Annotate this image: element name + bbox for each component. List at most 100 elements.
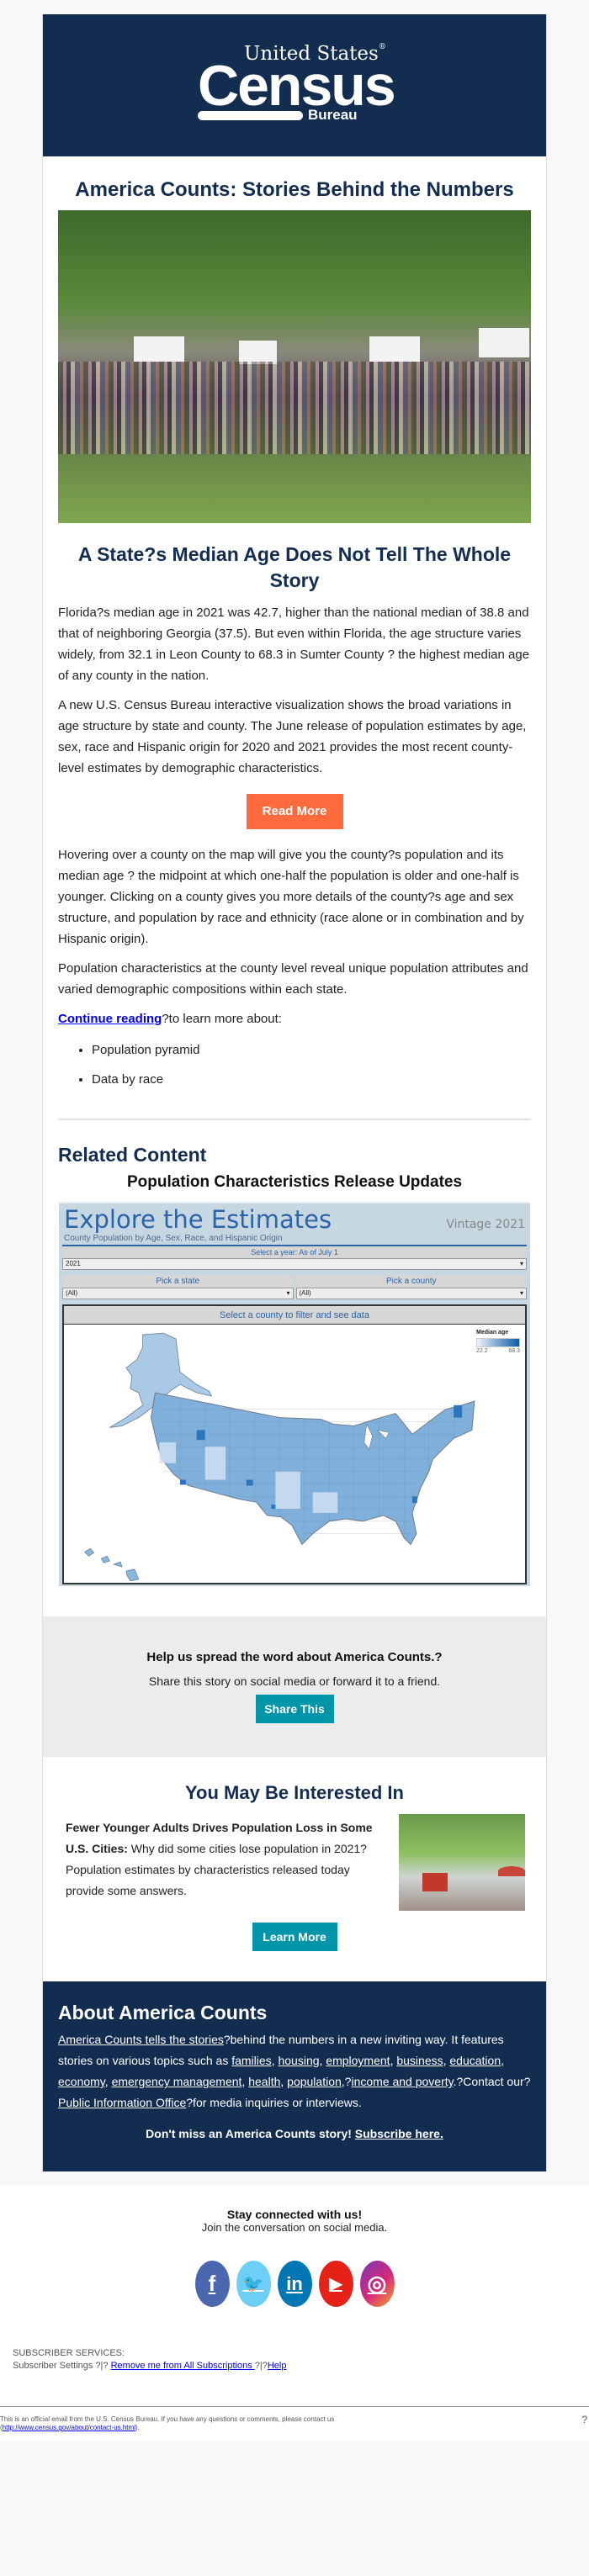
viz-title: Explore the Estimates [64,1205,332,1235]
subscriber-services: SUBSCRIBER SERVICES: Subscriber Settings… [0,2322,589,2372]
county-map[interactable]: Median age 22.2 68.3 [64,1325,525,1584]
continue-reading-line: Continue reading?to learn more about: [58,1012,282,1027]
topic-link-families[interactable]: families [231,2054,271,2067]
spacer [0,2171,589,2187]
chevron-down-icon: ▾ [519,1289,523,1298]
article-paragraph: Hovering over a county on the map will g… [58,848,524,947]
remove-subscriptions-link[interactable]: Remove me from All Subscriptions [111,2361,255,2371]
topic-link-housing[interactable]: housing [278,2054,319,2067]
social-text: Join the conversation on social media. [201,2221,388,2235]
picker-row: Pick a state (All) ▾ Pick a county (All)… [62,1275,527,1300]
chevron-down-icon: ▾ [519,1260,523,1268]
america-counts-link[interactable]: America Counts tells the stories [58,2033,224,2046]
hawaii-shape [83,1547,140,1582]
legend-gradient [476,1338,520,1348]
continue-reading-link[interactable]: Continue reading [58,1012,162,1026]
learn-more-button[interactable]: Learn More [252,1923,337,1952]
explore-estimates-visualization[interactable]: Explore the Estimates Vintage 2021 Count… [59,1202,530,1587]
read-more-wrap: Read More [43,784,546,841]
interest-heading: You May Be Interested In [185,1782,404,1804]
about-section: About America Counts America Counts tell… [43,1981,546,2172]
email-page: United States® Census Bureau America Cou… [0,0,589,2441]
article-paragraph: Population characteristics at the county… [58,961,528,997]
legend-title: Median age [476,1330,509,1336]
help-link[interactable]: Help [268,2361,287,2371]
read-more-button[interactable]: Read More [246,794,343,830]
youtube-icon[interactable]: ▶ [318,2261,353,2308]
linkedin-icon[interactable]: in [277,2261,312,2308]
logo-bureau: Bureau [308,106,358,123]
chevron-down-icon: ▾ [286,1289,290,1298]
facebook-icon[interactable]: f [194,2261,230,2308]
tent-shape [479,328,529,357]
trolley-shape [422,1873,448,1892]
census-logo[interactable]: United States® Census Bureau [198,40,396,132]
learn-more-wrap: Learn More [43,1911,546,1981]
year-select[interactable]: 2021 ▾ [62,1258,527,1271]
related-subheading: Population Characteristics Release Updat… [126,1173,463,1192]
logo-bar [198,110,303,120]
twitter-icon[interactable]: 🐦 [236,2261,271,2308]
related-content-heading: Related Content [58,1144,207,1166]
crowd-shape [58,362,531,454]
tent-shape [134,336,184,362]
contiguous-us-shape [150,1392,475,1546]
topic-link-population[interactable]: population [287,2075,342,2088]
viz-vintage: Vintage 2021 [446,1218,525,1232]
county-picker-label: Pick a county [386,1277,437,1287]
share-heading: Help us spread the word about America Co… [146,1650,443,1665]
instagram-icon[interactable]: ◎ [359,2261,395,2308]
topic-link-income-poverty[interactable]: income and poverty [351,2075,453,2088]
map-title: Select a county to filter and see data [64,1306,525,1325]
subscriber-links: Subscriber Settings ?|? Remove me from A… [13,2361,287,2372]
topic-link-health[interactable]: health [248,2075,280,2088]
share-section: Help us spread the word about America Co… [43,1616,546,1758]
social-heading: Stay connected with us! [226,2208,363,2222]
share-this-button[interactable]: Share This [255,1695,334,1724]
state-select[interactable]: (All) ▾ [62,1288,294,1300]
article-paragraph: A new U.S. Census Bureau interactive vis… [58,698,527,776]
page-title: America Counts: Stories Behind the Numbe… [75,178,514,201]
topic-link-employment[interactable]: employment [326,2054,390,2067]
footer-mark: ? [581,2414,587,2426]
topic-link-economy[interactable]: economy [58,2075,105,2088]
article-paragraph: Florida?s median age in 2021 was 42.7, h… [58,606,530,684]
about-text: America Counts tells the stories?behind … [58,2033,531,2110]
us-county-map-svg[interactable] [64,1325,525,1583]
subscribe-link[interactable]: Subscribe here. [355,2127,443,2140]
legend-min: 22.2 [476,1348,488,1355]
topic-link-education[interactable]: education [449,2054,501,2067]
state-picker: Pick a state (All) ▾ [62,1275,294,1300]
tent-shape [369,336,420,362]
share-text: Share this story on social media or forw… [148,1674,441,1689]
social-section: Stay connected with us! Join the convers… [0,2186,589,2441]
state-picker-label: Pick a state [156,1277,200,1287]
county-map-panel: Select a county to filter and see data M… [62,1304,527,1585]
topic-link-emergency-management[interactable]: emergency management [112,2075,242,2088]
viz-subtitle: County Population by Age, Sex, Race, and… [62,1234,527,1247]
city-street-image[interactable] [399,1814,525,1912]
census-header: United States® Census Bureau [43,14,546,156]
list-item: Data by race [92,1069,531,1090]
year-select-label: Select a year: As of July 1 [62,1246,527,1259]
subscribe-cta: Don't miss an America Counts story! Subs… [146,2127,443,2141]
footer: This is an official email from the U.S. … [0,2407,589,2441]
umbrella-shape [498,1866,525,1877]
legend-ticks: 22.2 68.3 [476,1348,520,1354]
article-title: A State?s Median Age Does Not Tell The W… [77,543,512,592]
subscriber-services-label: SUBSCRIBER SERVICES: [13,2348,125,2359]
email-card: United States® Census Bureau America Cou… [42,14,547,2172]
footer-text: This is an official email from the U.S. … [0,2415,335,2432]
public-information-office-link[interactable]: Public Information Office [58,2096,186,2109]
topic-link-business[interactable]: business [396,2054,443,2067]
social-icons: f 🐦 in ▶ ◎ [0,2234,589,2322]
logo-census: Census [198,53,396,118]
contact-us-link[interactable]: http://www.census.gov/about/contact-us.h… [3,2424,135,2431]
about-heading: About America Counts [58,2002,268,2024]
county-select[interactable]: (All) ▾ [295,1288,527,1300]
county-picker: Pick a county (All) ▾ [295,1275,527,1300]
hero-image[interactable] [58,210,531,523]
legend-max: 68.3 [508,1348,520,1355]
viz-header: Explore the Estimates Vintage 2021 [61,1205,528,1234]
topic-list: Population pyramid Data by race [43,1034,546,1090]
